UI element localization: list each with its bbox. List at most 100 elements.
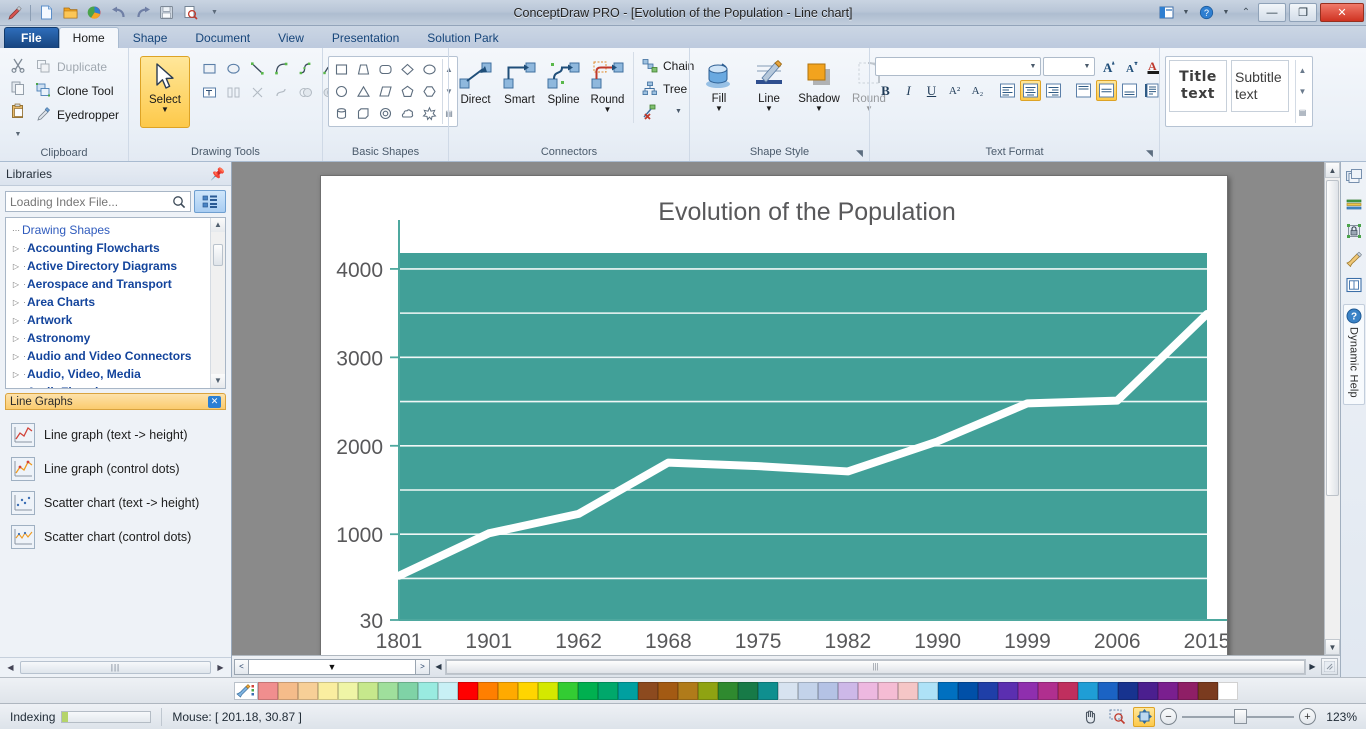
- tree-item-active-directory-diagrams[interactable]: ▷ · Active Directory Diagrams: [10, 257, 209, 275]
- disconnect-caret-icon[interactable]: ▼: [673, 108, 684, 115]
- arc-tool-icon[interactable]: [270, 58, 292, 79]
- page-tab-navigator[interactable]: < ▼ >: [234, 658, 430, 675]
- shape-cube-icon[interactable]: [353, 103, 374, 124]
- zoom-out-button[interactable]: −: [1160, 708, 1177, 725]
- fit-page-icon[interactable]: [1133, 706, 1155, 727]
- bold-button[interactable]: B: [875, 80, 896, 101]
- palette-swatch[interactable]: [598, 681, 618, 700]
- tab-presentation[interactable]: Presentation: [318, 27, 413, 48]
- palette-swatch[interactable]: [1038, 681, 1058, 700]
- zoom-slider-knob[interactable]: [1234, 709, 1247, 724]
- palette-swatch[interactable]: [858, 681, 878, 700]
- page-prev-button[interactable]: <: [234, 658, 249, 675]
- library-item-scatter-chart-control-dots[interactable]: Scatter chart (control dots): [9, 520, 222, 554]
- chevron-right-icon[interactable]: ▷: [10, 352, 22, 361]
- new-doc-icon[interactable]: [36, 2, 57, 23]
- valign-bottom-button[interactable]: [1119, 80, 1140, 101]
- tree-scroll-up-icon[interactable]: ▲: [211, 218, 225, 232]
- trim-tool-icon[interactable]: [246, 82, 268, 103]
- shape-hexagon-icon[interactable]: [419, 81, 440, 102]
- shape-donut-icon[interactable]: [375, 103, 396, 124]
- line-chart[interactable]: 4000300020001000301801 1901 1962 1968 1975 19…: [321, 176, 1227, 655]
- align-right-button[interactable]: [1043, 80, 1064, 101]
- zoom-in-button[interactable]: +: [1299, 708, 1316, 725]
- canvas-scroll-down-icon[interactable]: ▼: [1325, 639, 1340, 655]
- text-tool-icon[interactable]: [198, 82, 220, 103]
- subscript-button[interactable]: A₂: [967, 80, 988, 101]
- palette-swatch[interactable]: [418, 681, 438, 700]
- font-size-combo[interactable]: ▼: [1043, 57, 1095, 76]
- clone-tool-button[interactable]: Clone Tool: [33, 79, 124, 102]
- palette-swatch[interactable]: [698, 681, 718, 700]
- round-connector-button[interactable]: Round ▼: [586, 55, 629, 114]
- shadow-button[interactable]: Shadow ▼: [795, 54, 843, 113]
- italic-button[interactable]: I: [898, 80, 919, 101]
- palette-swatch[interactable]: [498, 681, 518, 700]
- palette-swatch[interactable]: [1158, 681, 1178, 700]
- shape-triangle-icon[interactable]: [353, 81, 374, 102]
- union-tool-icon[interactable]: [294, 82, 316, 103]
- libraries-hscroll-right-icon[interactable]: ▶: [214, 663, 227, 672]
- shape-cylinder-icon[interactable]: [331, 103, 352, 124]
- ellipse-tool-icon[interactable]: [222, 58, 244, 79]
- help-circle-icon[interactable]: ?: [1346, 308, 1362, 324]
- paste-dropdown-icon[interactable]: ▼: [7, 123, 29, 145]
- canvas-hscrollbar[interactable]: ◀ ||| ▶: [432, 658, 1319, 675]
- tree-item-audio-and-video-connectors[interactable]: ▷ · Audio and Video Connectors: [10, 347, 209, 365]
- hscroll-track[interactable]: |||: [445, 658, 1306, 675]
- palette-swatch[interactable]: [678, 681, 698, 700]
- chevron-right-icon[interactable]: ▷: [10, 316, 22, 325]
- layers-icon[interactable]: [1344, 167, 1364, 187]
- fill-caret-icon[interactable]: ▼: [715, 105, 723, 113]
- superscript-button[interactable]: A²: [944, 80, 965, 101]
- canvas-scroll-up-icon[interactable]: ▲: [1325, 162, 1340, 178]
- palette-swatch[interactable]: [938, 681, 958, 700]
- library-search-input[interactable]: [6, 193, 168, 210]
- page-next-button[interactable]: >: [415, 658, 430, 675]
- palette-swatch[interactable]: [758, 681, 778, 700]
- cut-icon[interactable]: [7, 54, 29, 76]
- palette-swatch[interactable]: [1018, 681, 1038, 700]
- tree-scroll-down-icon[interactable]: ▼: [211, 374, 225, 388]
- palette-swatch[interactable]: [278, 681, 298, 700]
- round-connector-caret-icon[interactable]: ▼: [604, 106, 612, 114]
- grow-font-button[interactable]: A: [1097, 56, 1118, 77]
- resize-grip-icon[interactable]: [1321, 658, 1338, 675]
- palette-swatch[interactable]: [658, 681, 678, 700]
- shape-square-icon[interactable]: [331, 59, 352, 80]
- libraries-hscroll-thumb[interactable]: |||: [20, 661, 211, 674]
- print-preview-icon[interactable]: [180, 2, 201, 23]
- hscroll-left-icon[interactable]: ◀: [432, 659, 445, 675]
- page-selector[interactable]: ▼: [249, 658, 415, 675]
- page-dropdown-icon[interactable]: ▼: [328, 662, 337, 672]
- palette-swatch[interactable]: [1058, 681, 1078, 700]
- library-item-line-graph-text-height[interactable]: Line graph (text -> height): [9, 418, 222, 452]
- line-tool-icon[interactable]: [246, 58, 268, 79]
- shape-circle-icon[interactable]: [331, 81, 352, 102]
- help-dropdown-icon[interactable]: ▼: [1217, 4, 1235, 22]
- style-subtitle-text[interactable]: Subtitle text: [1231, 60, 1289, 112]
- pages-stack-icon[interactable]: [1344, 194, 1364, 214]
- hscroll-right-icon[interactable]: ▶: [1306, 659, 1319, 675]
- palette-swatch[interactable]: [798, 681, 818, 700]
- font-size-caret-icon[interactable]: ▼: [1080, 63, 1094, 70]
- shape-style-dialog-launcher[interactable]: ◥: [854, 148, 865, 159]
- tab-file[interactable]: File: [4, 27, 59, 48]
- hand-pan-icon[interactable]: [1079, 707, 1101, 727]
- eyedropper-button[interactable]: Eyedropper: [33, 103, 124, 126]
- canvas-vscroll-thumb[interactable]: [1326, 180, 1339, 496]
- chevron-right-icon[interactable]: ▷: [10, 334, 22, 343]
- tree-item-audio-video-media[interactable]: ▷ · Audio, Video, Media: [10, 365, 209, 383]
- tree-item-aerospace-and-transport[interactable]: ▷ · Aerospace and Transport: [10, 275, 209, 293]
- styles-scroll-up-icon[interactable]: ▲: [1296, 60, 1309, 81]
- help-circle-icon[interactable]: ?: [1197, 4, 1215, 22]
- palette-swatch[interactable]: [738, 681, 758, 700]
- spline-connector-button[interactable]: Spline: [542, 55, 585, 114]
- search-icon[interactable]: [168, 192, 190, 211]
- lock-object-icon[interactable]: [1344, 221, 1364, 241]
- ribbon-dropdown-icon[interactable]: ▼: [1177, 4, 1195, 22]
- palette-swatch[interactable]: [1218, 681, 1238, 700]
- palette-swatch[interactable]: [878, 681, 898, 700]
- library-search-box[interactable]: [5, 191, 191, 212]
- styles-gallery[interactable]: Title text Subtitle text ▲ ▼ ▤: [1165, 56, 1313, 127]
